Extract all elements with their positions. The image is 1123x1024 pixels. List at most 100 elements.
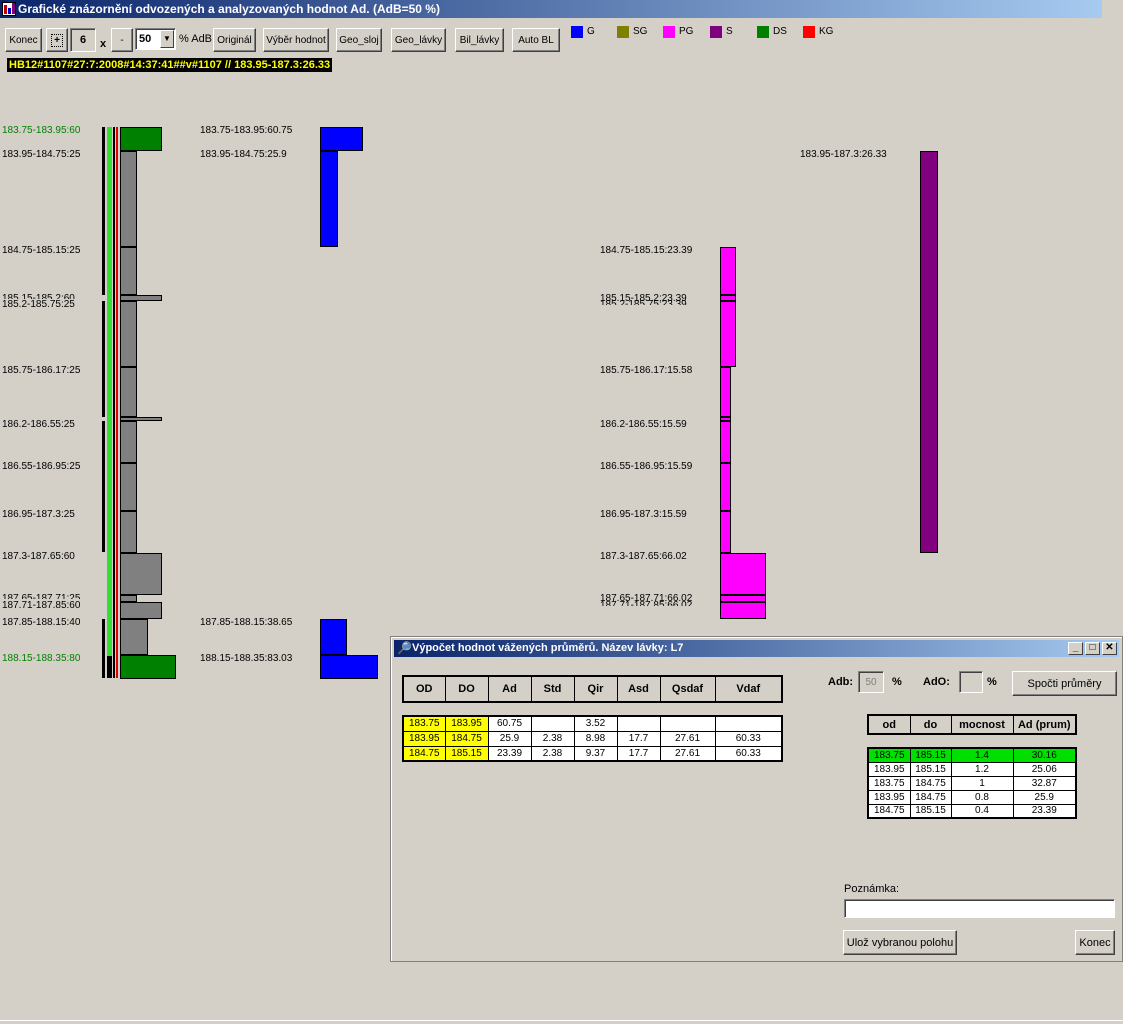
zoom-value-field[interactable]: 6 <box>70 28 96 52</box>
layer-block <box>120 151 137 247</box>
auto-bl-button[interactable]: Auto BL <box>512 28 560 52</box>
table-cell: 185.15 <box>909 761 952 777</box>
pg-label: 187.3-187.65:66.02 <box>600 551 687 562</box>
column-header: DO <box>444 675 489 703</box>
table-cell <box>659 715 716 732</box>
table-cell: 30.16 <box>1012 747 1077 763</box>
black-strip <box>102 421 105 552</box>
layer-label: 186.55-186.95:25 <box>2 461 81 472</box>
table-cell: 17.7 <box>616 730 661 747</box>
note-input[interactable] <box>844 899 1115 918</box>
table-cell: 185.15 <box>909 803 952 819</box>
column-header: mocnost <box>950 714 1014 735</box>
compute-averages-button[interactable]: Spočti průměry <box>1012 671 1117 696</box>
table-row[interactable]: 184.75 185.15 23.39 2.38 9.37 17.7 27.61… <box>402 745 783 762</box>
dialog-close-button[interactable]: Konec <box>1075 930 1115 955</box>
table-cell: 25.9 <box>487 730 532 747</box>
select-values-button[interactable]: Výběr hodnot <box>263 28 329 52</box>
table-row[interactable]: 183.95 184.75 25.9 2.38 8.98 17.7 27.61 … <box>402 730 783 747</box>
layer-label: 185.2-185.75:25 <box>2 299 75 310</box>
table-cell <box>714 715 783 732</box>
konec-button[interactable]: Konec <box>5 28 42 52</box>
table-cell: 23.39 <box>1012 803 1077 819</box>
pg-label: 186.2-186.55:15.59 <box>600 419 687 430</box>
legend-label-sg: SG <box>633 26 648 37</box>
legend-label-pg: PG <box>679 26 694 37</box>
percent-label: % <box>892 676 902 688</box>
layer-label: 187.65-187.71:25 <box>2 593 81 599</box>
layer-label: 185.75-186.17:25 <box>2 365 81 376</box>
table-cell: 25.9 <box>1012 789 1077 805</box>
table-cell <box>616 715 661 732</box>
table-row[interactable]: 183.95 185.15 1.2 25.06 <box>867 761 1077 777</box>
layer-label: 187.3-187.65:60 <box>2 551 75 562</box>
zoom-in-button[interactable]: + <box>46 28 68 52</box>
save-position-button[interactable]: Ulož vybranou polohu <box>843 930 957 955</box>
original-button[interactable]: Originál <box>213 28 256 52</box>
table-cell: 183.75 <box>867 775 911 791</box>
dialog-title-bar: 🔎 Výpočet hodnot vážených průměrů. Název… <box>394 640 1119 657</box>
table-cell: 184.75 <box>909 789 952 805</box>
table-cell: 23.39 <box>487 745 532 762</box>
x-label: x <box>100 38 107 50</box>
legend-label-g: G <box>587 26 595 37</box>
black-strip <box>113 127 115 678</box>
ad0-field[interactable] <box>959 671 983 693</box>
maximize-button[interactable]: □ <box>1085 642 1100 655</box>
table-cell: 60.33 <box>714 745 783 762</box>
layer-label: 188.15-188.35:80 <box>2 653 81 664</box>
adb-field[interactable]: 50 <box>858 671 884 693</box>
g-label: 183.75-183.95:60.75 <box>200 125 293 136</box>
table-cell: 183.75 <box>867 747 911 763</box>
table-cell: 184.75 <box>402 745 446 762</box>
table-cell: 183.75 <box>402 715 446 732</box>
layer-block <box>120 247 137 295</box>
red-strip <box>116 127 118 678</box>
column-header: Ad (prum) <box>1012 714 1077 735</box>
main-title-bar: Grafické znázornění odvozených a analyzo… <box>0 0 1102 18</box>
table-row[interactable]: 184.75 185.15 0.4 23.39 <box>867 803 1077 819</box>
info-line: HB12#1107#27:7:2008#14:37:41##v#1107 // … <box>7 58 333 72</box>
g-block <box>320 151 338 247</box>
close-button[interactable]: ✕ <box>1102 642 1117 655</box>
minimize-button[interactable]: _ <box>1068 642 1083 655</box>
zoom-out-button[interactable]: - <box>111 28 133 52</box>
pg-block <box>720 595 766 602</box>
pg-block <box>720 367 731 417</box>
geo-sloj-button[interactable]: Geo_sloj <box>336 28 382 52</box>
table-cell: 25.06 <box>1012 761 1077 777</box>
weighted-average-dialog: 🔎 Výpočet hodnot vážených průměrů. Název… <box>390 636 1123 962</box>
legend-swatch-g <box>571 26 583 38</box>
geo-lavky-button[interactable]: Geo_lávky <box>391 28 446 52</box>
legend-swatch-pg <box>663 26 675 38</box>
table-cell: 184.75 <box>867 803 911 819</box>
layer-label: 186.2-186.55:25 <box>2 419 75 430</box>
table-cell: 27.61 <box>659 730 716 747</box>
averages-header-table: od do mocnost Ad (prum) <box>867 714 1077 735</box>
dialog-title: Výpočet hodnot vážených průměrů. Název l… <box>412 642 684 654</box>
g-block <box>320 619 347 655</box>
column-header: Qir <box>573 675 618 703</box>
column-header: do <box>909 714 952 735</box>
table-cell: 183.95 <box>444 715 489 732</box>
table-cell: 1.2 <box>950 761 1014 777</box>
averages-table: 183.75 185.15 1.4 30.16 183.95 185.15 1.… <box>867 747 1077 819</box>
bil-lavky-button[interactable]: Bil_lávky <box>455 28 504 52</box>
layer-block <box>120 602 162 619</box>
percent-select[interactable]: 50 ▼ <box>135 28 176 50</box>
table-cell: 185.15 <box>909 747 952 763</box>
pg-block <box>720 602 766 619</box>
layer-block <box>120 421 137 463</box>
table-row[interactable]: 183.95 184.75 0.8 25.9 <box>867 789 1077 805</box>
table-cell: 183.95 <box>867 761 911 777</box>
pg-label: 184.75-185.15:23.39 <box>600 245 693 256</box>
chevron-down-icon[interactable]: ▼ <box>160 30 174 48</box>
table-cell <box>530 715 575 732</box>
window-title: Grafické znázornění odvozených a analyzo… <box>18 2 440 16</box>
column-header: Asd <box>616 675 661 703</box>
table-row-selected[interactable]: 183.75 185.15 1.4 30.16 <box>867 747 1077 763</box>
table-row[interactable]: 183.75 184.75 1 32.87 <box>867 775 1077 791</box>
g-label: 187.85-188.15:38.65 <box>200 617 293 628</box>
table-row[interactable]: 183.75 183.95 60.75 3.52 <box>402 715 783 732</box>
table-cell: 8.98 <box>573 730 618 747</box>
